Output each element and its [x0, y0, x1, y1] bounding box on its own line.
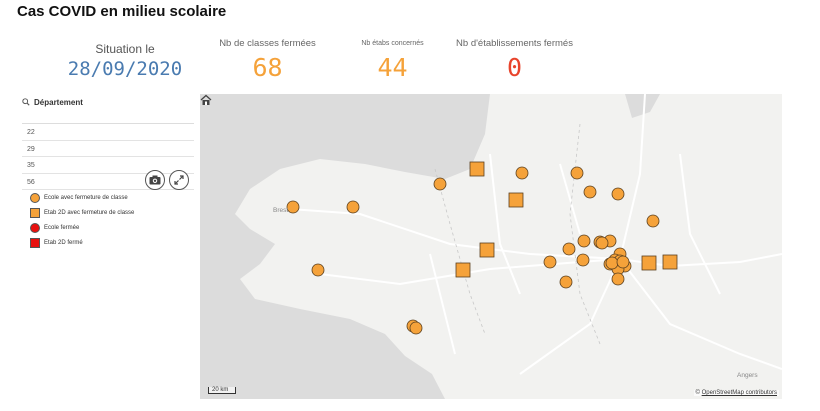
legend-item: Etab 2D avec fermeture de classe — [30, 205, 134, 220]
map-attribution: © OpenStreetMap contributors — [693, 390, 779, 396]
attribution-prefix: © — [695, 390, 700, 396]
legend-marker-circle — [30, 222, 40, 233]
legend-label: Etab 2D avec fermeture de classe — [44, 209, 135, 216]
school-marker[interactable] — [311, 263, 325, 277]
osm-link[interactable]: OpenStreetMap contributors — [702, 390, 777, 396]
map-legend: Ecole avec fermeture de classe Etab 2D a… — [30, 190, 134, 250]
department-filter: Département 22 29 35 56 — [22, 95, 194, 190]
etab-2d-marker[interactable] — [508, 192, 524, 208]
legend-item: Ecole fermée — [30, 220, 134, 235]
school-marker[interactable] — [346, 200, 360, 214]
school-marker[interactable] — [595, 236, 609, 250]
camera-icon — [149, 175, 161, 185]
map-label-angers: Angers — [737, 372, 758, 379]
kpi-date: Situation le 28/09/2020 — [40, 42, 210, 80]
kpi-date-value: 28/09/2020 — [67, 58, 183, 80]
home-icon[interactable] — [200, 94, 212, 106]
legend-label: Ecole fermée — [44, 224, 80, 231]
kpi-closed-classes-label: Nb de classes fermées — [219, 38, 316, 49]
kpi-affected-etabs-label: Nb étabs concernés — [361, 40, 424, 47]
legend-marker-square — [30, 207, 40, 218]
department-item[interactable]: 22 — [22, 124, 194, 141]
school-marker[interactable] — [611, 272, 625, 286]
kpi-affected-etabs: Nb étabs concernés 44 — [345, 40, 440, 82]
kpi-closed-etabs: Nb d'établissements fermés 0 — [447, 38, 582, 82]
legend-item: Ecole avec fermeture de classe — [30, 190, 134, 205]
department-filter-title: Département — [34, 97, 83, 107]
school-marker[interactable] — [583, 185, 597, 199]
school-marker[interactable] — [562, 242, 576, 256]
fullscreen-button[interactable] — [169, 170, 189, 190]
school-marker[interactable] — [559, 275, 573, 289]
map-view[interactable]: Brest Angers 20 km © OpenStreetMap contr… — [200, 94, 782, 399]
school-marker[interactable] — [515, 166, 529, 180]
legend-item: Etab 2D fermé — [30, 235, 134, 250]
school-marker[interactable] — [433, 177, 447, 191]
kpi-closed-classes: Nb de classes fermées 68 — [205, 38, 330, 82]
page-title: Cas COVID en milieu scolaire — [17, 3, 227, 20]
map-scale: 20 km — [208, 387, 236, 394]
legend-marker-square — [30, 237, 40, 248]
school-marker[interactable] — [570, 166, 584, 180]
department-item[interactable]: 29 — [22, 141, 194, 157]
kpi-closed-etabs-value: 0 — [506, 53, 523, 82]
search-icon — [22, 98, 30, 106]
department-item[interactable]: 35 — [22, 157, 194, 174]
map-label-brest: Brest — [273, 207, 289, 214]
department-filter-header[interactable]: Département — [22, 95, 194, 109]
expand-icon — [174, 175, 184, 185]
school-marker[interactable] — [543, 255, 557, 269]
school-marker[interactable] — [409, 321, 423, 335]
legend-marker-circle — [30, 192, 40, 203]
kpi-date-label: Situation le — [95, 42, 155, 56]
school-marker[interactable] — [605, 256, 619, 270]
school-marker[interactable] — [577, 234, 591, 248]
school-marker[interactable] — [286, 200, 300, 214]
sea — [200, 94, 490, 399]
school-marker[interactable] — [646, 214, 660, 228]
etab-2d-marker[interactable] — [469, 161, 485, 177]
school-marker[interactable] — [576, 253, 590, 267]
school-marker[interactable] — [616, 255, 630, 269]
etab-2d-marker[interactable] — [641, 255, 657, 271]
etab-2d-marker[interactable] — [662, 254, 678, 270]
legend-label: Ecole avec fermeture de classe — [44, 194, 128, 201]
school-marker[interactable] — [611, 187, 625, 201]
legend-label: Etab 2D fermé — [44, 239, 83, 246]
map-canvas[interactable] — [200, 94, 782, 399]
kpi-closed-etabs-label: Nb d'établissements fermés — [456, 38, 573, 49]
etab-2d-marker[interactable] — [479, 242, 495, 258]
kpi-affected-etabs-value: 44 — [377, 53, 408, 82]
snapshot-button[interactable] — [145, 170, 165, 190]
kpi-closed-classes-value: 68 — [252, 53, 283, 82]
etab-2d-marker[interactable] — [455, 262, 471, 278]
sea — [625, 94, 660, 118]
map-markers — [286, 161, 678, 335]
